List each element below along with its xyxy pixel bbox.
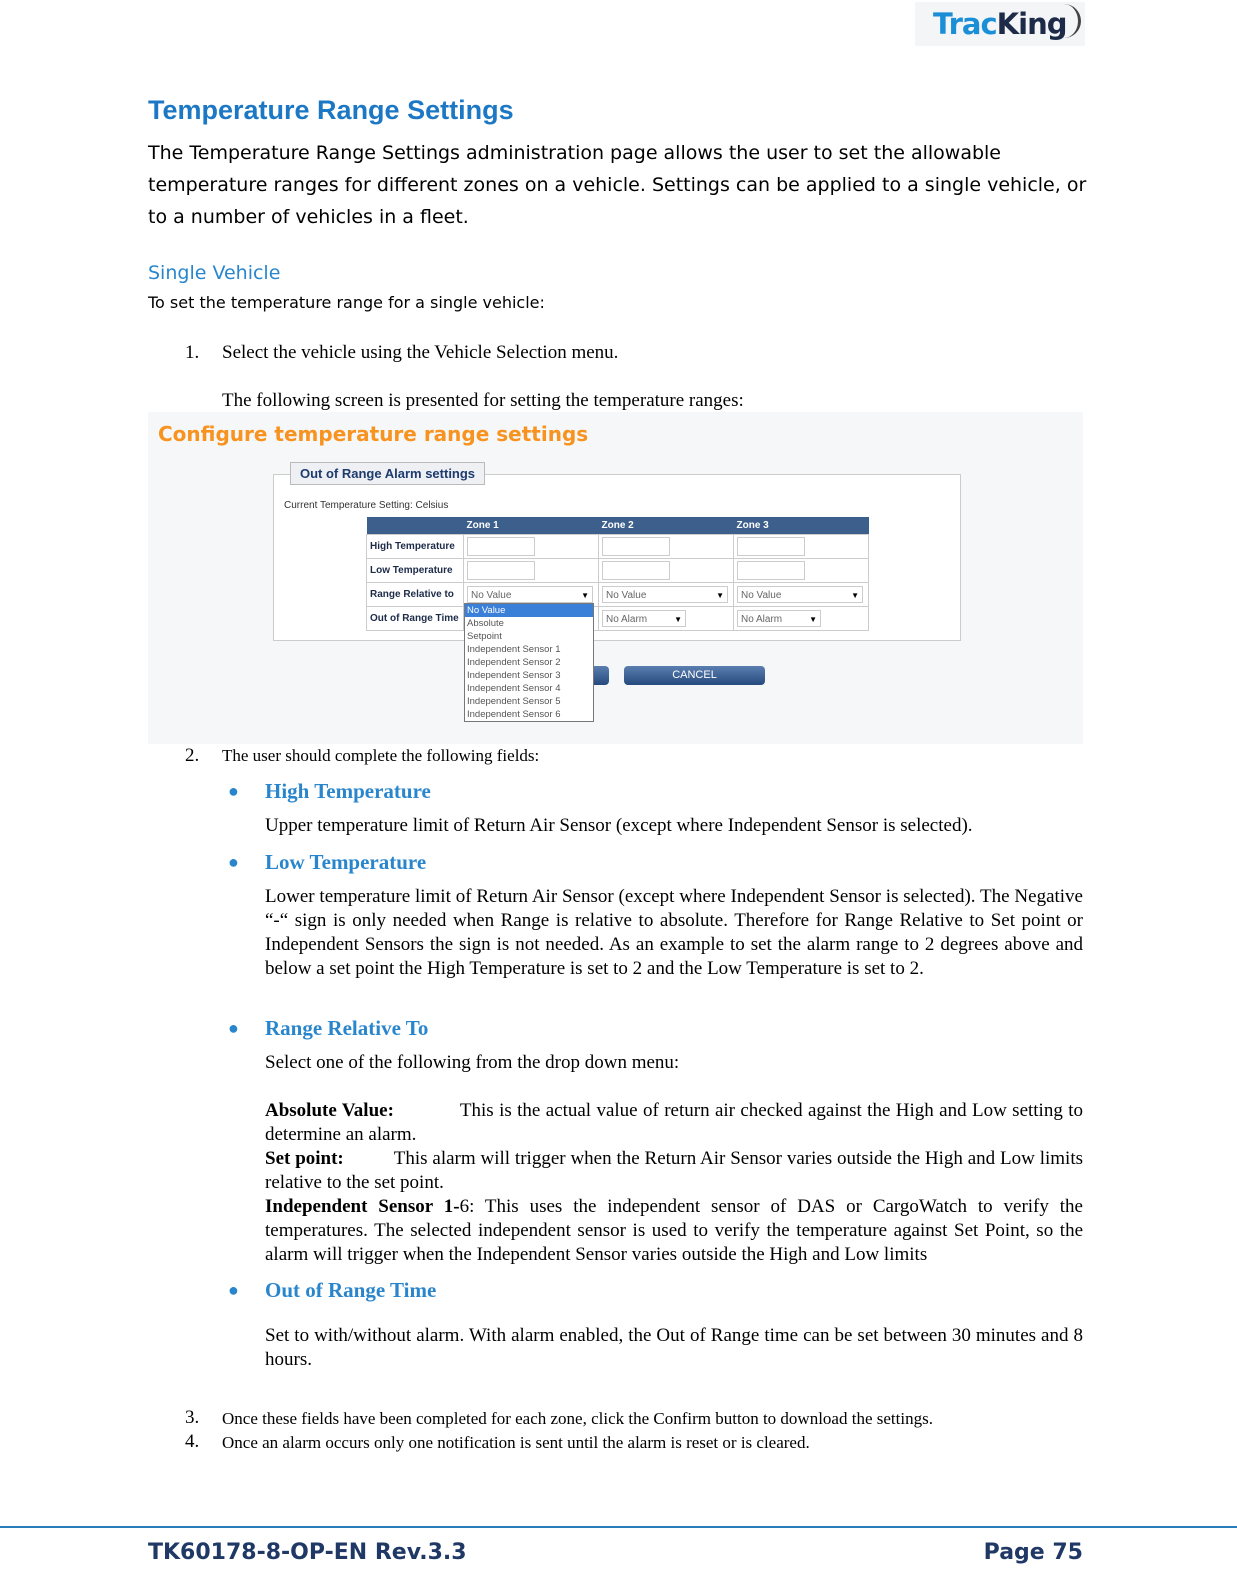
dropdown-option[interactable]: Independent Sensor 2 <box>465 656 593 669</box>
field-title: Low Temperature <box>265 850 427 874</box>
range-zone2-select[interactable]: No Value ▼ <box>602 586 728 603</box>
field-desc: Lower temperature limit of Return Air Se… <box>265 886 1083 979</box>
dropdown-option[interactable]: Setpoint <box>465 630 593 643</box>
dropdown-option[interactable]: Independent Sensor 4 <box>465 682 593 695</box>
field-desc: Upper temperature limit of Return Air Se… <box>265 815 973 836</box>
step-number: 3. <box>185 1407 200 1428</box>
zone-table: Zone 1 Zone 2 Zone 3 High Temperature Low … <box>366 517 869 631</box>
tracking-logo: TracKing <box>915 2 1085 46</box>
low-temp-zone2-input[interactable] <box>602 561 670 580</box>
bullet-icon: ● <box>228 1280 239 1300</box>
screenshot-title: Configure temperature range settings <box>158 422 589 446</box>
bullet-icon: ● <box>228 781 239 801</box>
range-zone1-select[interactable]: No Value ▼ <box>467 586 593 603</box>
select-value: No Alarm <box>606 614 648 625</box>
row-label: Out of Range Time <box>366 606 464 631</box>
option-label: Absolute Value: <box>265 1100 394 1121</box>
chevron-down-icon: ▼ <box>809 615 817 624</box>
column-header <box>366 517 464 535</box>
high-temp-zone2-input[interactable] <box>602 537 670 556</box>
chevron-down-icon: ▼ <box>716 591 724 600</box>
step-text: Once an alarm occurs only one notificati… <box>222 1433 810 1452</box>
high-temp-zone3-input[interactable] <box>737 537 805 556</box>
section-heading: Single Vehicle <box>148 262 281 284</box>
row-label: High Temperature <box>366 534 464 559</box>
dropdown-option[interactable]: Independent Sensor 6 <box>465 708 593 721</box>
range-zone3-select[interactable]: No Value ▼ <box>737 586 863 603</box>
step-text: Once these fields have been completed fo… <box>222 1409 933 1428</box>
field-title: Out of Range Time <box>265 1278 437 1302</box>
intro-paragraph: The Temperature Range Settings administr… <box>148 142 1087 228</box>
step-number: 2. <box>185 745 200 766</box>
time-zone3-select[interactable]: No Alarm ▼ <box>737 610 821 627</box>
range-dropdown-list: No Value Absolute Setpoint Independent S… <box>464 603 594 722</box>
field-title: High Temperature <box>265 779 431 803</box>
step-text: The user should complete the following f… <box>222 746 540 765</box>
range-option: Set point: This alarm will trigger when t… <box>265 1147 1083 1195</box>
dropdown-option[interactable]: Independent Sensor 5 <box>465 695 593 708</box>
footer-divider <box>0 1526 1237 1528</box>
range-option: Independent Sensor 1-6: This uses the in… <box>265 1195 1083 1267</box>
chevron-down-icon: ▼ <box>851 591 859 600</box>
step-number: 1. <box>185 342 200 363</box>
current-setting: Current Temperature Setting: Celsius <box>284 500 449 511</box>
step-number: 4. <box>185 1431 200 1452</box>
section-lead: To set the temperature range for a singl… <box>148 293 545 312</box>
field-desc: Set to with/without alarm. With alarm en… <box>265 1325 1083 1370</box>
field-title: Range Relative To <box>265 1016 429 1040</box>
range-option: Absolute Value: This is the actual value … <box>265 1099 1083 1147</box>
time-zone2-select[interactable]: No Alarm ▼ <box>602 610 686 627</box>
document-id: TK60178-8-OP-EN Rev.3.3 <box>148 1540 467 1565</box>
chevron-down-icon: ▼ <box>674 615 682 624</box>
option-label: Independent Sensor 1- <box>265 1196 460 1217</box>
cancel-button[interactable]: CANCEL <box>624 666 765 685</box>
field-desc: Select one of the following from the dro… <box>265 1052 680 1073</box>
logo-text: Trac <box>933 7 998 41</box>
step-text: Select the vehicle using the Vehicle Sel… <box>222 342 619 363</box>
low-temp-zone3-input[interactable] <box>737 561 805 580</box>
select-value: No Value <box>741 590 782 601</box>
high-temp-zone1-input[interactable] <box>467 537 535 556</box>
page-title: Temperature Range Settings <box>148 95 514 125</box>
option-label: Set point: <box>265 1148 344 1169</box>
step-note: The following screen is presented for se… <box>222 390 744 411</box>
row-label: Low Temperature <box>366 558 464 583</box>
column-header: Zone 3 <box>733 517 869 535</box>
dropdown-option[interactable]: No Value <box>465 604 593 617</box>
column-header: Zone 2 <box>598 517 734 535</box>
low-temp-zone1-input[interactable] <box>467 561 535 580</box>
select-value: No Value <box>606 590 647 601</box>
option-text: This alarm will trigger when the Return … <box>265 1148 1083 1193</box>
select-value: No Alarm <box>741 614 783 625</box>
bullet-icon: ● <box>228 852 239 872</box>
settings-screenshot: Configure temperature range settings Out… <box>148 412 1083 744</box>
bullet-icon: ● <box>228 1018 239 1038</box>
row-label: Range Relative to <box>366 582 464 607</box>
chevron-down-icon: ▼ <box>581 591 589 600</box>
fieldset-legend: Out of Range Alarm settings <box>290 462 486 485</box>
dropdown-option[interactable]: Independent Sensor 1 <box>465 643 593 656</box>
dropdown-option[interactable]: Absolute <box>465 617 593 630</box>
page-number: Page 75 <box>983 1540 1083 1565</box>
signal-icon <box>1056 4 1081 38</box>
column-header: Zone 1 <box>463 517 599 535</box>
document-page: TracKing Temperature Range Settings The … <box>0 0 1237 1575</box>
select-value: No Value <box>471 590 512 601</box>
dropdown-option[interactable]: Independent Sensor 3 <box>465 669 593 682</box>
